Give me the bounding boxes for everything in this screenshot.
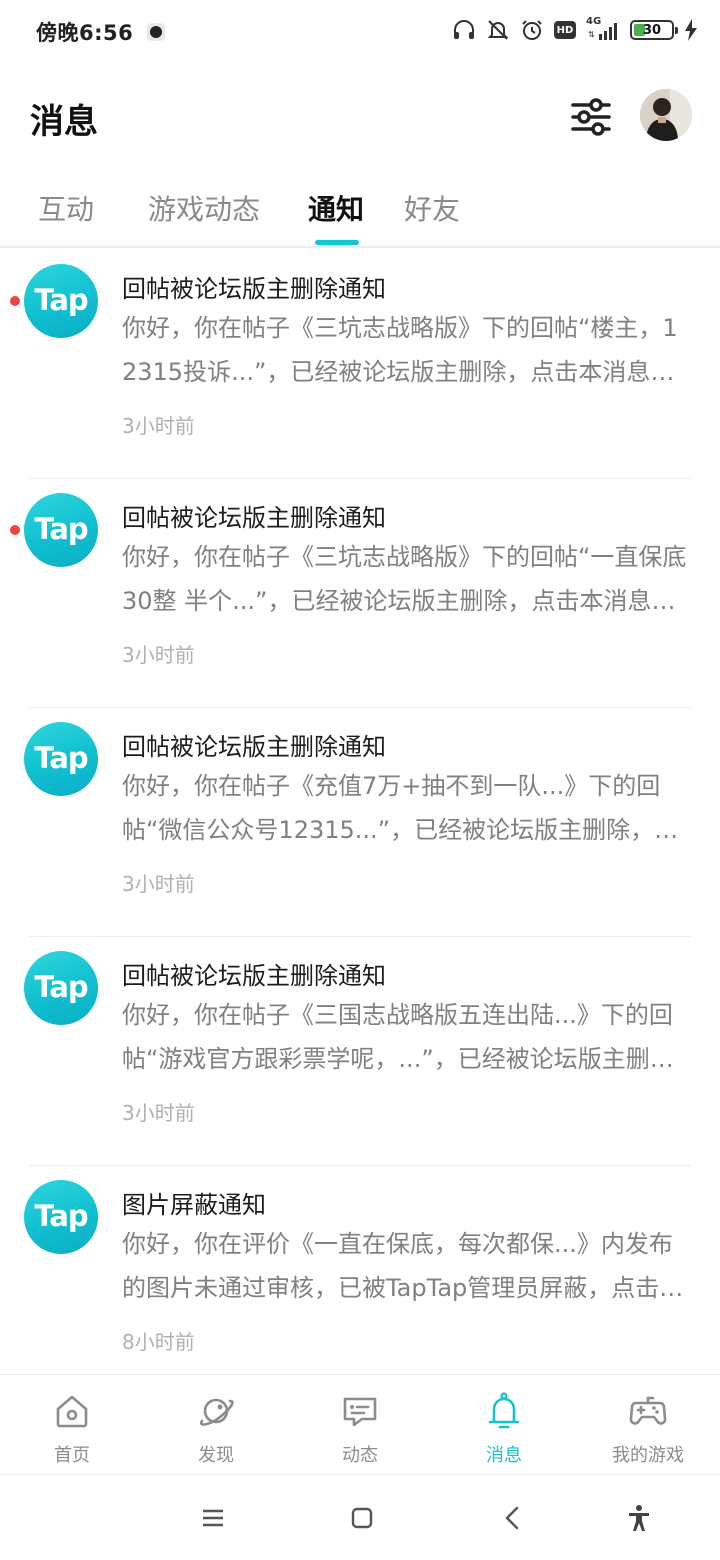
bell-icon [488,1392,520,1429]
gamepad-icon [629,1396,667,1425]
notification-item[interactable]: Tap 回帖被论坛版主删除通知 你好，你在帖子《三国志战略版五连出陆...》下的… [0,937,720,1166]
unread-dot [10,296,20,306]
alarm-icon [522,20,542,40]
back-icon[interactable] [498,1503,528,1533]
taptap-logo: Tap [24,722,98,796]
notification-time: 8小时前 [122,1330,195,1354]
tab-interaction[interactable]: 互动 [38,188,94,228]
notification-title: 回帖被论坛版主删除通知 [122,733,386,761]
charging-icon [685,19,697,41]
nav-home[interactable]: 首页 [0,1375,144,1475]
notification-body: 你好，你在帖子《充值7万+抽不到一队...》下的回帖“微信公众号12315...… [122,772,679,844]
notification-title: 回帖被论坛版主删除通知 [122,504,386,532]
nav-label: 我的游戏 [612,1445,684,1466]
notification-app-icon [147,23,166,41]
notification-time: 3小时前 [122,872,195,896]
nav-my-games[interactable]: 我的游戏 [576,1375,720,1475]
notification-time: 3小时前 [122,414,195,438]
status-icons: HD 4G ⇅ 30 [452,16,698,42]
menu-icon[interactable] [198,1503,228,1533]
notification-item[interactable]: Tap 图片屏蔽通知 你好，你在评价《一直在保底，每次都保...》内发布的图片未… [0,1166,720,1374]
status-bar: 傍晚6:56 HD 4G ⇅ 30 [0,0,720,64]
notification-item[interactable]: Tap 回帖被论坛版主删除通知 你好，你在帖子《三坑志战略版》下的回帖“楼主，1… [0,250,720,479]
bell-muted-icon [487,20,509,40]
notification-body: 你好，你在评价《一直在保底，每次都保...》内发布的图片未通过审核，已被TapT… [122,1230,684,1302]
nav-label: 动态 [342,1445,378,1466]
system-nav-bar [0,1474,720,1560]
notification-item[interactable]: Tap 回帖被论坛版主删除通知 你好，你在帖子《三坑志战略版》下的回帖“一直保底… [0,479,720,708]
notification-title: 回帖被论坛版主删除通知 [122,962,386,990]
battery-icon: 30 [630,20,678,40]
nav-label: 消息 [486,1445,522,1466]
avatar[interactable] [640,89,692,141]
filter-button[interactable] [568,94,614,140]
signal-icon: 4G ⇅ [586,16,620,42]
notification-title: 图片屏蔽通知 [122,1191,266,1219]
planet-icon [199,1398,234,1426]
notification-body: 你好，你在帖子《三坑志战略版》下的回帖“一直保底30整 半个...”，已经被论坛… [122,543,687,615]
nav-messages[interactable]: 消息 [432,1375,576,1475]
notification-item[interactable]: Tap 回帖被论坛版主删除通知 你好，你在帖子《充值7万+抽不到一队...》下的… [0,708,720,937]
data-arrows-icon: ⇅ [588,30,595,39]
header: 消息 [0,80,720,160]
user-avatar-image [640,89,692,141]
unread-dot [10,525,20,535]
accessibility-icon[interactable] [624,1503,654,1533]
notification-time: 3小时前 [122,643,195,667]
taptap-logo: Tap [24,1180,98,1254]
notification-list: Tap 回帖被论坛版主删除通知 你好，你在帖子《三坑志战略版》下的回帖“楼主，1… [0,250,720,1374]
nav-label: 发现 [198,1445,234,1466]
tab-notifications[interactable]: 通知 [308,188,364,228]
battery-level: 30 [642,22,662,38]
filter-sliders-icon [571,98,611,136]
hd-icon: HD [554,21,576,39]
notification-body: 你好，你在帖子《三坑志战略版》下的回帖“楼主，12315投诉...”，已经被论坛… [122,314,678,386]
notification-time: 3小时前 [122,1101,195,1125]
page-title: 消息 [30,102,98,142]
notification-title: 回帖被论坛版主删除通知 [122,275,386,303]
nav-discover[interactable]: 发现 [144,1375,288,1475]
active-tab-indicator [315,240,359,245]
taptap-logo: Tap [24,951,98,1025]
notification-body: 你好，你在帖子《三国志战略版五连出陆...》下的回帖“游戏官方跟彩票学呢，...… [122,1001,673,1073]
headphones-icon [454,20,474,39]
tab-friends[interactable]: 好友 [404,188,460,228]
home-icon [56,1395,88,1428]
chat-bubble-icon [343,1397,377,1427]
bottom-nav: 首页 发现 动态 消息 我的游戏 [0,1374,720,1474]
nav-feed[interactable]: 动态 [288,1375,432,1475]
status-time: 傍晚6:56 [36,21,134,45]
taptap-logo: Tap [24,264,98,338]
nav-label: 首页 [54,1445,90,1466]
tab-bar: 互动 游戏动态 通知 好友 [0,180,720,248]
tab-game-updates[interactable]: 游戏动态 [148,188,260,228]
home-square-icon[interactable] [347,1503,377,1533]
taptap-logo: Tap [24,493,98,567]
